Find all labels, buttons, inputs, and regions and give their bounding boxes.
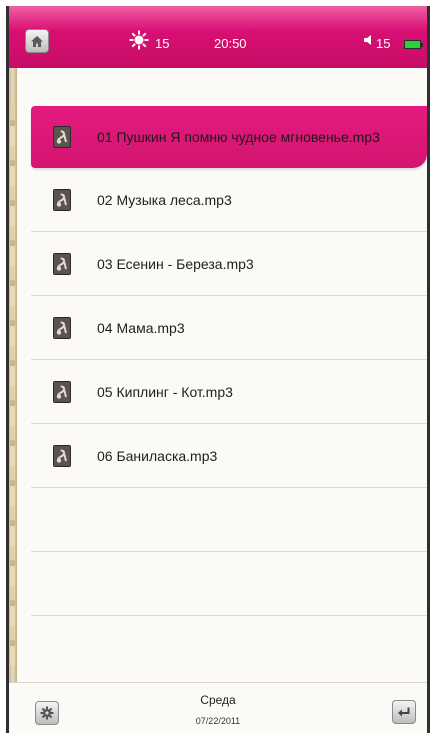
file-name: 03 Есенин - Береза.mp3: [97, 255, 254, 272]
file-list: 01 Пушкин Я помню чудное мгновенье.mp3 0…: [31, 106, 427, 616]
list-item[interactable]: 03 Есенин - Береза.mp3: [31, 232, 427, 296]
empty-row: [31, 552, 427, 616]
file-name: 02 Музыка леса.mp3: [97, 191, 232, 208]
status-bar: 15 20:50 15: [9, 6, 427, 68]
return-arrow-icon: [398, 707, 410, 717]
weekday-label: Среда: [200, 693, 236, 707]
device-screen: 15 20:50 15 01 Пушкин Я помню чудное мгн…: [6, 6, 430, 733]
wood-edge-grain: [10, 106, 15, 666]
home-icon: [31, 35, 43, 47]
list-item-selected[interactable]: 01 Пушкин Я помню чудное мгновенье.mp3: [31, 106, 427, 168]
file-name: 05 Киплинг - Кот.mp3: [97, 383, 233, 400]
music-file-icon: [53, 126, 71, 148]
file-name: 01 Пушкин Я помню чудное мгновенье.mp3: [97, 129, 380, 145]
music-file-icon: [53, 316, 71, 339]
file-name: 06 Баниласка.mp3: [97, 447, 218, 464]
volume-value: 15: [376, 36, 391, 51]
file-name: 04 Мама.mp3: [97, 319, 185, 336]
empty-row: [31, 488, 427, 552]
brightness-value: 15: [155, 36, 170, 51]
back-button[interactable]: [392, 700, 416, 724]
battery-icon: [404, 40, 423, 49]
date-label: 07/22/2011: [195, 716, 241, 726]
bottom-bar: Среда 07/22/2011: [9, 682, 427, 733]
music-file-icon: [53, 188, 71, 211]
home-button[interactable]: [25, 29, 49, 53]
clock: 20:50: [214, 36, 247, 51]
sun-icon: [129, 30, 149, 50]
music-file-icon: [53, 252, 71, 275]
speaker-icon: [364, 35, 371, 45]
list-item[interactable]: 02 Музыка леса.mp3: [31, 168, 427, 232]
list-item[interactable]: 06 Баниласка.mp3: [31, 424, 427, 488]
list-item[interactable]: 04 Мама.mp3: [31, 296, 427, 360]
music-file-icon: [53, 380, 71, 403]
music-file-icon: [53, 444, 71, 467]
list-item[interactable]: 05 Киплинг - Кот.mp3: [31, 360, 427, 424]
